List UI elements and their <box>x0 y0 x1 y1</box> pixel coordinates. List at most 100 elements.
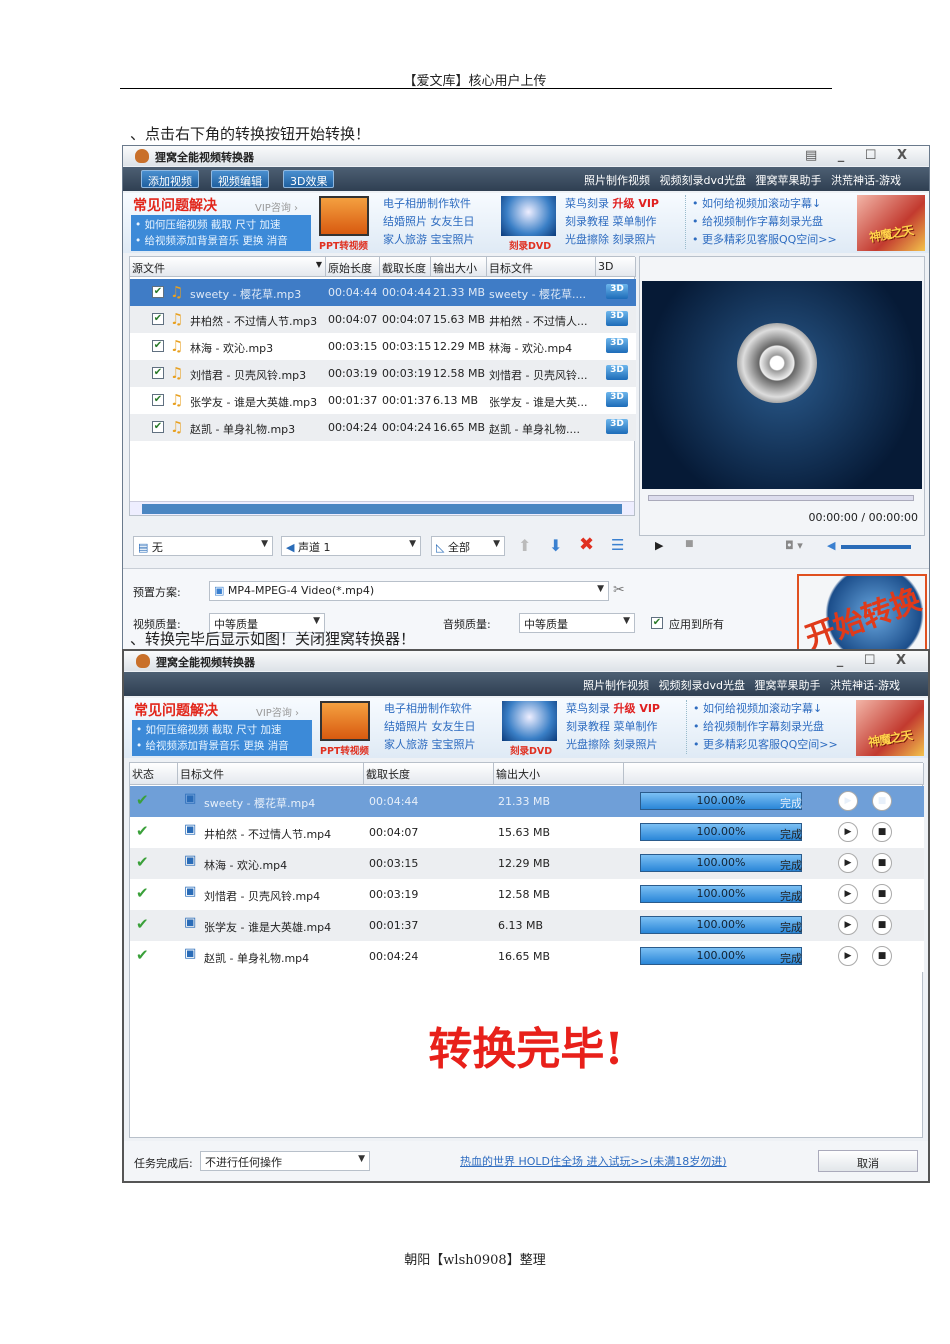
file-checkbox[interactable]: ✔ <box>152 286 164 298</box>
snapshot-icon[interactable]: ◘ ▾ <box>785 539 803 552</box>
vip-link[interactable]: VIP咨询 › <box>255 199 298 214</box>
faq-link[interactable]: • 给视频添加背景音乐 更换 消音 <box>135 233 307 249</box>
move-up-icon[interactable]: ⬆ <box>518 536 531 555</box>
faq-link[interactable]: • 如何压缩视频 截取 尺寸 加速 <box>136 722 308 738</box>
banner-link[interactable]: • 给视频制作字幕刻录光盘 <box>686 213 837 231</box>
banner-link[interactable]: 家人旅游 宝宝照片 <box>383 231 475 249</box>
banner-link[interactable]: 菜鸟刻录 <box>565 197 609 210</box>
play-icon[interactable]: ▶ <box>655 539 663 552</box>
file-row[interactable]: ✔ ♫ 张学友 - 谁是大英雄.mp3 00:01:37 00:01:37 6.13 MB… <box>130 387 636 414</box>
file-checkbox[interactable]: ✔ <box>152 340 164 352</box>
3d-badge-icon[interactable]: 3D <box>606 392 628 407</box>
open-folder-icon[interactable]: ■ <box>872 915 892 935</box>
play-file-icon[interactable]: ▶ <box>838 946 858 966</box>
file-checkbox[interactable]: ✔ <box>152 313 164 325</box>
col-orig-length[interactable]: 原始长度 <box>326 257 380 277</box>
banner-link[interactable]: 结婚照片 女友生日 <box>383 213 475 231</box>
faq-link[interactable]: • 给视频添加背景音乐 更换 消音 <box>136 738 308 754</box>
banner-link[interactable]: 电子相册制作软件 <box>384 700 476 718</box>
3d-badge-icon[interactable]: 3D <box>606 338 628 353</box>
col-cut-length[interactable]: 截取长度 <box>364 763 494 785</box>
col-status[interactable]: 状态 <box>130 763 178 785</box>
banner-link[interactable]: • 如何给视频加滚动字幕↓ <box>687 700 838 718</box>
dvd-icon[interactable] <box>502 701 557 741</box>
move-down-icon[interactable]: ⬇ <box>549 536 562 555</box>
settings-tools-icon[interactable]: ✂ <box>613 582 625 598</box>
open-folder-icon[interactable]: ■ <box>872 853 892 873</box>
horizontal-scrollbar[interactable] <box>130 501 634 515</box>
ppt-label[interactable]: PPT转视频 <box>319 238 368 252</box>
top-link[interactable]: 狸窝苹果助手 <box>755 679 821 692</box>
subtitle-select[interactable]: ▤ 无 ▼ <box>133 536 273 556</box>
ppt-label[interactable]: PPT转视频 <box>320 743 369 757</box>
faq-title[interactable]: 常见问题解决 <box>134 700 218 720</box>
task-row[interactable]: ✔ ▣ 井柏然 - 不过情人节.mp4 00:04:07 15.63 MB 100.00%… <box>130 817 924 848</box>
top-link[interactable]: 照片制作视频 <box>584 174 650 187</box>
banner-link[interactable]: • 给视频制作字幕刻录光盘 <box>687 718 838 736</box>
col-cut-length[interactable]: 截取长度 <box>380 257 431 277</box>
task-row[interactable]: ✔ ▣ 赵凯 - 单身礼物.mp4 00:04:24 16.65 MB 100.00% 完成… <box>130 941 924 972</box>
play-file-icon[interactable]: ▶ <box>838 915 858 935</box>
delete-icon[interactable]: ✖ <box>579 534 594 555</box>
faq-title[interactable]: 常见问题解决 <box>133 195 217 215</box>
game-ad-image[interactable]: 神魔之天 <box>856 700 924 756</box>
col-output-size[interactable]: 输出大小 <box>431 257 487 277</box>
banner-link[interactable]: • 更多精彩见客服QQ空间>> <box>686 231 837 249</box>
top-link[interactable]: 视频刻录dvd光盘 <box>659 679 745 692</box>
ppt-icon[interactable] <box>319 196 369 236</box>
task-row[interactable]: ✔ ▣ sweety - 樱花草.mp4 00:04:44 21.33 MB 100.00… <box>130 786 924 817</box>
col-3d[interactable]: 3D <box>596 257 636 277</box>
col-output-size[interactable]: 输出大小 <box>494 763 624 785</box>
banner-link[interactable]: 光盘擦除 刻录照片 <box>566 736 660 754</box>
apply-all-checkbox[interactable]: ✔ <box>651 617 663 629</box>
col-source[interactable]: 源文件 ▼ <box>130 257 326 277</box>
banner-link[interactable]: 刻录教程 菜单制作 <box>565 213 659 231</box>
window-controls[interactable]: _ ☐ X <box>837 653 914 668</box>
3d-badge-icon[interactable]: 3D <box>606 284 628 299</box>
file-row[interactable]: ✔ ♫ sweety - 樱花草.mp3 00:04:44 00:04:44 21.33 … <box>130 279 636 306</box>
window-controls[interactable]: ▤ _ ☐ X <box>805 148 915 163</box>
vip-link[interactable]: VIP咨询 › <box>256 704 299 719</box>
top-link[interactable]: 视频刻录dvd光盘 <box>660 174 746 187</box>
file-row[interactable]: ✔ ♫ 刘惜君 - 贝壳风铃.mp3 00:03:19 00:03:19 12.58 MB… <box>130 360 636 387</box>
add-video-button[interactable]: 添加视频 <box>141 170 199 188</box>
top-link[interactable]: 狸窝苹果助手 <box>756 174 822 187</box>
ad-link[interactable]: 热血的世界 HOLD住全场 进入试玩>>(未满18岁勿进) <box>460 1153 727 1169</box>
file-checkbox[interactable]: ✔ <box>152 421 164 433</box>
open-folder-icon[interactable]: ■ <box>872 884 892 904</box>
after-task-select[interactable]: 不进行任何操作 ▼ <box>200 1151 370 1171</box>
scope-select[interactable]: ◺ 全部 ▼ <box>431 536 505 556</box>
file-row[interactable]: ✔ ♫ 井柏然 - 不过情人节.mp3 00:04:07 00:04:07 15.63 M… <box>130 306 636 333</box>
dvd-label[interactable]: 刻录DVD <box>510 743 552 757</box>
play-file-icon[interactable]: ▶ <box>838 822 858 842</box>
play-file-icon[interactable]: ▶ <box>838 884 858 904</box>
dvd-label[interactable]: 刻录DVD <box>509 238 551 252</box>
task-row[interactable]: ✔ ▣ 刘惜君 - 贝壳风铃.mp4 00:03:19 12.58 MB 100.00% 完… <box>130 879 924 910</box>
banner-link[interactable]: • 如何给视频加滚动字幕↓ <box>686 195 837 213</box>
play-file-icon[interactable]: ▶ <box>838 791 858 811</box>
upgrade-vip-link[interactable]: 升级 VIP <box>613 197 660 210</box>
3d-badge-icon[interactable]: 3D <box>606 311 628 326</box>
dvd-icon[interactable] <box>501 196 556 236</box>
ppt-icon[interactable] <box>320 701 370 741</box>
preset-select[interactable]: ▣ MP4-MPEG-4 Video(*.mp4) ▼ <box>209 581 609 601</box>
volume-slider[interactable] <box>841 545 911 549</box>
banner-link[interactable]: 光盘擦除 刻录照片 <box>565 231 659 249</box>
cancel-button[interactable]: 取消 <box>818 1150 918 1172</box>
banner-link[interactable]: • 更多精彩见客服QQ空间>> <box>687 736 838 754</box>
task-row[interactable]: ✔ ▣ 张学友 - 谁是大英雄.mp4 00:01:37 6.13 MB 100.00% 完… <box>130 910 924 941</box>
banner-link[interactable]: 结婚照片 女友生日 <box>384 718 476 736</box>
3d-badge-icon[interactable]: 3D <box>606 419 628 434</box>
game-ad-image[interactable]: 神魔之天 <box>857 195 925 251</box>
open-folder-icon[interactable]: ■ <box>872 791 892 811</box>
banner-link[interactable]: 电子相册制作软件 <box>383 195 475 213</box>
3d-badge-icon[interactable]: 3D <box>606 365 628 380</box>
open-folder-icon[interactable]: ■ <box>872 946 892 966</box>
file-row[interactable]: ✔ ♫ 赵凯 - 单身礼物.mp3 00:04:24 00:04:24 16.65 MB 赵… <box>130 414 636 441</box>
col-target[interactable]: 目标文件 <box>487 257 596 277</box>
top-link[interactable]: 洪荒神话-游戏 <box>830 679 900 692</box>
open-folder-icon[interactable]: ■ <box>872 822 892 842</box>
banner-link[interactable]: 刻录教程 菜单制作 <box>566 718 660 736</box>
file-row[interactable]: ✔ ♫ 林海 - 欢沁.mp3 00:03:15 00:03:15 12.29 MB 林海 … <box>130 333 636 360</box>
edit-video-button[interactable]: 视频编辑 <box>211 170 269 188</box>
